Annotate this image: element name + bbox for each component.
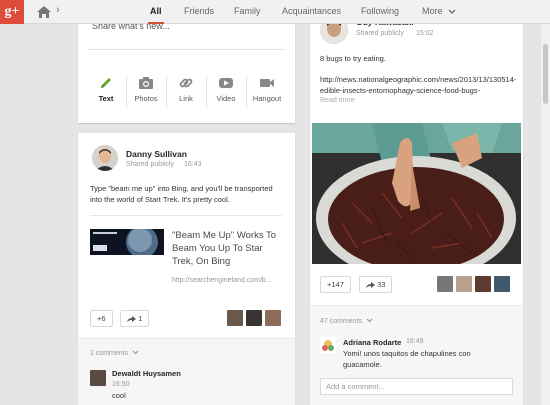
avatar[interactable] — [265, 310, 281, 326]
reshare-icon — [127, 316, 136, 323]
tab-family[interactable]: Family — [234, 6, 261, 16]
comments-count-label: 47 comments — [320, 318, 363, 325]
reshare-button[interactable]: 33 — [359, 276, 393, 293]
comments-section: 47 comments Adriana Rodarte 16:49 Yomi! … — [310, 305, 523, 405]
scrollbar-thumb[interactable] — [543, 44, 548, 104]
tab-more[interactable]: More — [422, 6, 456, 16]
plus-one-button[interactable]: +147 — [320, 276, 351, 293]
tab-following[interactable]: Following — [361, 6, 399, 16]
share-video-button[interactable]: Video — [206, 76, 246, 103]
avatar[interactable] — [90, 370, 106, 386]
post-timestamp[interactable]: 15:02 — [416, 30, 434, 37]
share-video-label: Video — [216, 94, 236, 103]
share-hangout-label: Hangout — [252, 94, 282, 103]
avatar[interactable] — [456, 276, 472, 292]
scrollbar[interactable] — [541, 24, 550, 405]
comment-author[interactable]: Adriana Rodarte — [343, 338, 401, 347]
chevron-right-icon: › — [56, 4, 60, 16]
post-link-url[interactable]: http://news.nationalgeographic.com/news/… — [320, 74, 520, 96]
comments-count-label: 2 comments — [90, 350, 129, 357]
reshare-icon — [366, 282, 375, 289]
tab-all[interactable]: All — [148, 6, 163, 24]
link-title[interactable]: "Beam Me Up" Works To Beam You Up To Sta… — [172, 229, 284, 268]
post-timestamp[interactable]: 16:43 — [184, 161, 202, 168]
avatar[interactable] — [92, 145, 118, 171]
tab-friends[interactable]: Friends — [184, 6, 214, 16]
post-photo[interactable] — [312, 123, 521, 264]
comment-text: cool — [112, 391, 126, 400]
person-photo — [92, 145, 118, 171]
home-icon[interactable] — [36, 5, 52, 19]
avatar[interactable] — [227, 310, 243, 326]
comment-timestamp: 16:49 — [406, 338, 424, 345]
bug-basket-photo — [312, 123, 521, 264]
link-icon — [179, 78, 193, 88]
post-author[interactable]: Danny Sullivan — [126, 149, 187, 159]
reshare-count: 33 — [377, 280, 386, 289]
chevron-down-icon — [366, 318, 373, 323]
camera-icon — [139, 77, 153, 89]
avatar[interactable] — [494, 276, 510, 292]
link-thumbnail[interactable] — [90, 229, 164, 255]
share-text-label: Text — [98, 94, 114, 103]
comment-text: Yomi! unos taquitos de chapulines con gu… — [343, 349, 471, 369]
plus-one-button[interactable]: +6 — [90, 310, 113, 327]
share-link-button[interactable]: Link — [166, 76, 206, 103]
comment-timestamp: 16:50 — [112, 381, 130, 388]
share-hangout-button[interactable]: Hangout — [247, 76, 287, 103]
chevron-down-icon — [132, 350, 139, 355]
tab-more-label: More — [422, 6, 443, 16]
comments-section: 2 comments Dewaldt Huysamen 16:50 cool — [78, 338, 295, 405]
post-card: Danny Sullivan Shared publicly 16:43 Typ… — [78, 133, 295, 338]
read-more-link[interactable]: Read more — [320, 97, 355, 104]
avatar[interactable] — [320, 337, 336, 353]
add-comment-input[interactable]: Add a comment... — [320, 378, 513, 395]
hangout-icon — [260, 79, 274, 87]
video-icon — [219, 78, 233, 88]
post-visibility[interactable]: Shared publicly — [356, 30, 404, 37]
pencil-icon — [101, 78, 111, 88]
comment-author[interactable]: Dewaldt Huysamen — [112, 369, 181, 378]
avatar[interactable] — [246, 310, 262, 326]
share-photos-label: Photos — [134, 94, 158, 103]
tab-acquaintances[interactable]: Acquaintances — [282, 6, 341, 16]
post-text: Type "beam me up" into Bing, and you'll … — [90, 184, 273, 204]
avatar[interactable] — [437, 276, 453, 292]
post-card: Guy Kawasaki Shared publicly 15:02 8 bug… — [310, 0, 523, 405]
comments-count[interactable]: 2 comments — [90, 350, 139, 357]
share-link-label: Link — [179, 94, 193, 103]
share-photos-button[interactable]: Photos — [126, 76, 166, 103]
chevron-down-icon — [448, 9, 456, 14]
link-url[interactable]: http://searchengineland.com/b... — [172, 277, 272, 284]
google-plus-logo[interactable]: g+ — [0, 0, 24, 24]
reshare-button[interactable]: 1 — [120, 310, 150, 327]
post-text: 8 bugs to try eating. — [320, 54, 386, 63]
avatar[interactable] — [475, 276, 491, 292]
reshare-count: 1 — [138, 314, 143, 323]
post-visibility[interactable]: Shared publicly — [126, 161, 174, 168]
top-bar: g+ › All Friends Family Acquaintances Fo… — [0, 0, 550, 24]
share-text-button[interactable]: Text — [86, 76, 126, 103]
comments-count[interactable]: 47 comments — [320, 318, 373, 325]
